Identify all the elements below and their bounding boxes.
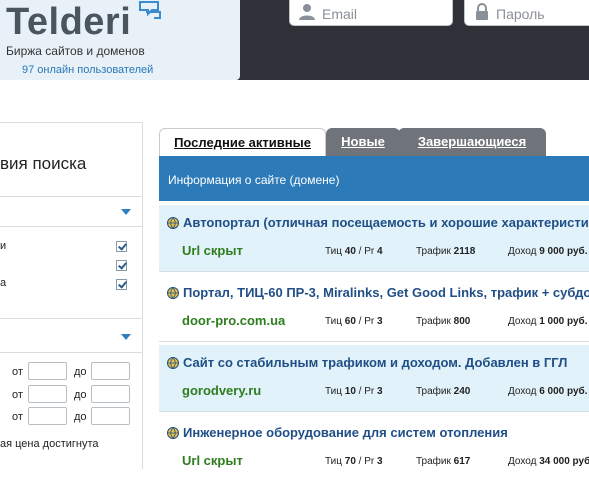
globe-icon: [167, 217, 179, 229]
listing-domain[interactable]: Url скрыт: [182, 243, 243, 258]
tab-latest-active[interactable]: Последние активные: [159, 128, 326, 156]
listing-title[interactable]: Портал, ТИЦ-60 ПР-3, Miralinks, Get Good…: [183, 285, 589, 300]
listing-tic: Тиц 40 / Pr 4: [325, 246, 383, 257]
row-divider: [159, 341, 589, 342]
email-field[interactable]: Email: [289, 0, 453, 26]
range-to-label: до: [74, 366, 87, 378]
listing-traffic: Трафик 240: [416, 386, 471, 397]
listing-title[interactable]: Сайт со стабильным трафиком и доходом. Д…: [183, 355, 567, 370]
range-to-input[interactable]: [91, 362, 130, 380]
filter-checkbox[interactable]: [116, 241, 127, 252]
site-logo[interactable]: Telderi: [6, 0, 131, 44]
range-from-input[interactable]: [28, 385, 67, 403]
password-field[interactable]: Пароль: [464, 0, 589, 26]
section-divider: [0, 196, 142, 197]
section-divider: [0, 226, 142, 227]
listing-income: Доход 9 000 руб.: [508, 246, 588, 257]
listing-table-header: Информация о сайте (домене): [159, 156, 589, 201]
top-header: Telderi Биржа сайтов и доменов 97 онлайн…: [0, 0, 589, 80]
globe-icon: [167, 287, 179, 299]
range-from-label: от: [12, 411, 23, 423]
site-tagline: Биржа сайтов и доменов: [6, 44, 145, 58]
listing-traffic: Трафик 617: [416, 456, 471, 467]
info-header-label: Информация о сайте (домене): [168, 173, 340, 187]
online-users-link[interactable]: 97 онлайн пользователей: [22, 64, 153, 76]
range-to-label: до: [74, 389, 87, 401]
listing-title[interactable]: Автопортал (отличная посещаемость и хоро…: [183, 215, 589, 230]
listing-tic: Тиц 60 / Pr 3: [325, 316, 383, 327]
globe-icon: [167, 357, 179, 369]
password-placeholder: Пароль: [496, 6, 545, 22]
range-to-label: до: [74, 411, 87, 423]
checkbox-label: а: [0, 277, 7, 289]
listing-income: Доход 6 000 руб.: [508, 386, 588, 397]
listing-domain[interactable]: gorodvery.ru: [182, 383, 261, 398]
section-divider: [0, 352, 142, 353]
listing-item[interactable]: Автопортал (отличная посещаемость и хоро…: [159, 205, 589, 271]
globe-icon: [167, 427, 179, 439]
user-icon: [299, 4, 315, 20]
logo-mark-icon: [139, 1, 161, 19]
range-to-input[interactable]: [91, 407, 130, 425]
tab-new[interactable]: Новые: [326, 128, 400, 156]
lock-icon: [476, 3, 488, 20]
listing-item[interactable]: Инженерное оборудование для систем отопл…: [159, 415, 589, 481]
logo-panel: Telderi Биржа сайтов и доменов 97 онлайн…: [0, 0, 240, 80]
chevron-down-icon[interactable]: [121, 334, 131, 340]
listing-item[interactable]: Сайт со стабильным трафиком и доходом. Д…: [159, 345, 589, 411]
range-from-label: от: [12, 389, 23, 401]
listing-income: Доход 1 000 руб.: [508, 316, 588, 327]
listing-traffic: Трафик 800: [416, 316, 471, 327]
listing-tic: Тиц 70 / Pr 3: [325, 456, 383, 467]
listing-domain[interactable]: Url скрыт: [182, 453, 243, 468]
range-from-label: от: [12, 366, 23, 378]
row-divider: [159, 411, 589, 412]
listing-traffic: Трафик 2118: [416, 246, 476, 257]
section-divider: [0, 318, 142, 319]
email-placeholder: Email: [322, 6, 358, 22]
filter-checkbox[interactable]: [116, 279, 127, 290]
price-note: ая цена достигнута: [0, 438, 99, 450]
listing-title[interactable]: Инженерное оборудование для систем отопл…: [183, 425, 508, 440]
range-from-input[interactable]: [28, 362, 67, 380]
checkbox-label: и: [0, 240, 7, 252]
row-divider: [159, 271, 589, 272]
filter-checkbox[interactable]: [116, 260, 127, 271]
tab-ending[interactable]: Завершающиеся: [398, 128, 546, 156]
sidebar-title: вия поиска: [0, 154, 87, 173]
listing-domain[interactable]: door-pro.com.ua: [182, 313, 285, 328]
chevron-down-icon[interactable]: [121, 209, 131, 215]
listing-item[interactable]: Портал, ТИЦ-60 ПР-3, Miralinks, Get Good…: [159, 275, 589, 341]
range-to-input[interactable]: [91, 385, 130, 403]
listing-income: Доход 34 000 руб.: [508, 456, 589, 467]
range-from-input[interactable]: [28, 407, 67, 425]
listing-tic: Тиц 10 / Pr 3: [325, 386, 383, 397]
